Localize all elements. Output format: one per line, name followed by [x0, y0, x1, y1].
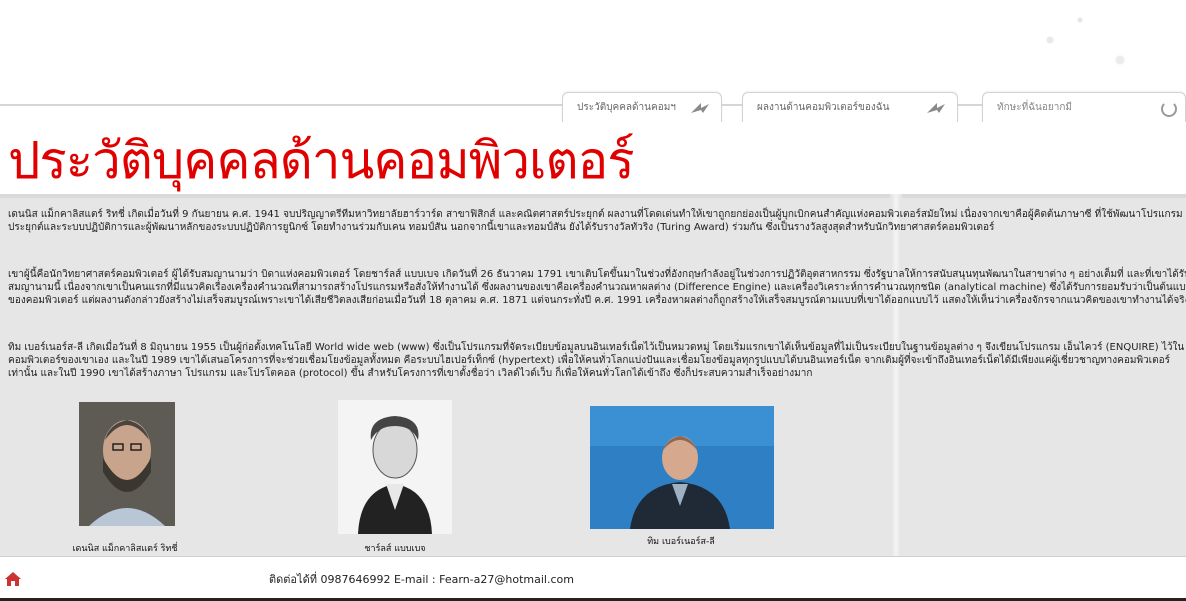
photo-babbage [338, 400, 452, 534]
header-background [0, 0, 1186, 104]
paragraph-berners-lee: ทิม เบอร์เนอร์ส-ลี เกิดเมื่อวันที่ 8 มิถ… [8, 342, 1185, 379]
paragraph-ritchie: เดนนิส แม็กคาลิสแตร์ ริทชี่ เกิดเมื่อวัน… [8, 209, 1183, 233]
search-box[interactable]: ทักษะที่ฉันอยากมี [982, 92, 1186, 122]
search-input[interactable]: ทักษะที่ฉันอยากมี [997, 100, 1072, 115]
caption-babbage: ชาร์ลส์ แบบเบจ [364, 544, 426, 554]
home-icon[interactable] [4, 571, 22, 587]
tab-biography-label: ประวัติบุคคลด้านคอมฯ [577, 102, 676, 113]
photo-berners-lee [590, 406, 774, 529]
footer-contact: ติดต่อได้ที่ 0987646992 E-mail : Fearn-a… [269, 573, 574, 586]
page-title: ประวัติบุคคลด้านคอมพิวเตอร์ [8, 132, 635, 191]
paragraph-babbage: เขาผู้นี้คือนักวิทยาศาสตร์คอมพิวเตอร์ ผู… [8, 269, 1186, 306]
photo-ritchie [79, 402, 175, 526]
main-content: เดนนิส แม็กคาลิสแตร์ ริทชี่ เกิดเมื่อวัน… [0, 194, 1186, 556]
tab-works[interactable]: ผลงานด้านคอมพิวเตอร์ของฉัน [742, 92, 958, 122]
tab-works-label: ผลงานด้านคอมพิวเตอร์ของฉัน [757, 102, 890, 113]
arrow-icon [927, 103, 945, 113]
footer: ติดต่อได้ที่ 0987646992 E-mail : Fearn-a… [0, 556, 1186, 599]
tab-biography[interactable]: ประวัติบุคคลด้านคอมฯ [562, 92, 722, 122]
caption-berners-lee: ทิม เบอร์เนอร์ส-ลี [647, 537, 715, 547]
content-top-border [0, 194, 1186, 198]
caption-ritchie: เดนนิส แม็กคาลิสแตร์ ริทชี่ [72, 544, 178, 554]
loading-icon [1161, 101, 1177, 117]
arrow-icon [691, 103, 709, 113]
